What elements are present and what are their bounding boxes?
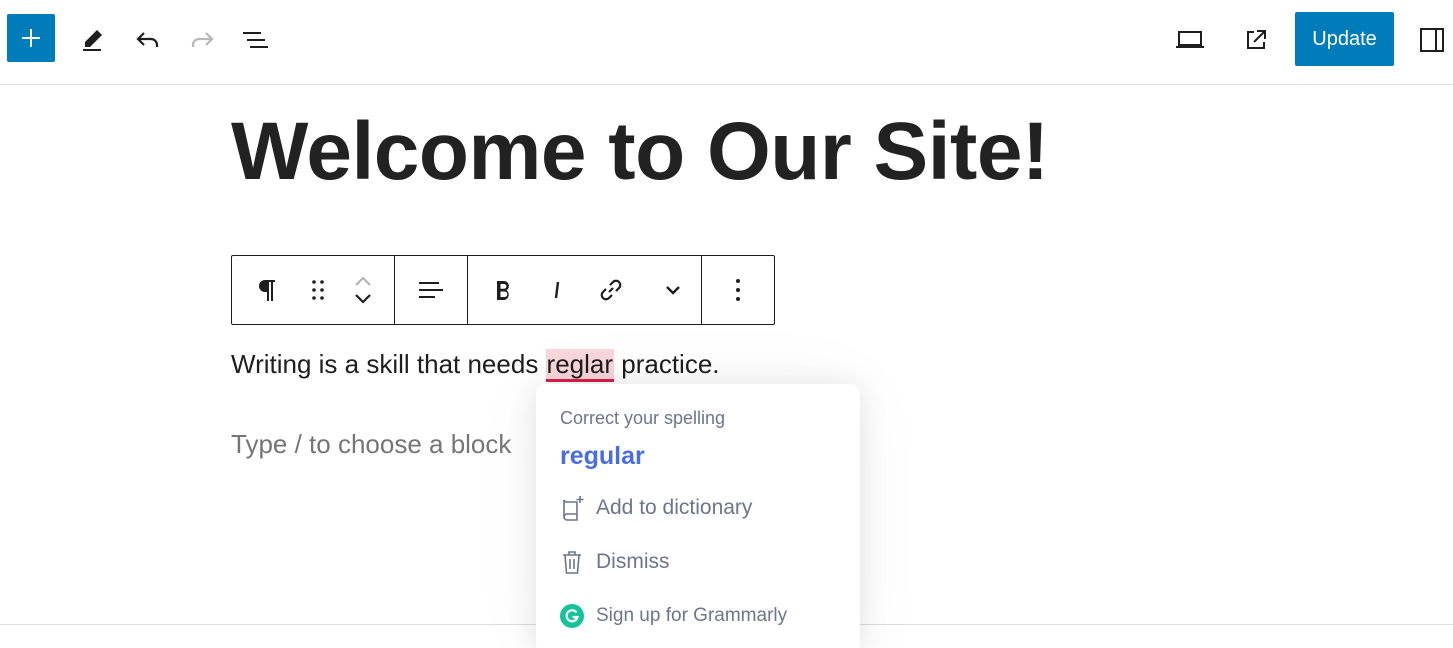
more-formatting-button[interactable] bbox=[646, 256, 701, 324]
tools-button[interactable] bbox=[73, 20, 113, 60]
settings-button[interactable] bbox=[1412, 20, 1452, 60]
block-toolbar-group-format bbox=[468, 256, 702, 324]
undo-button[interactable] bbox=[128, 20, 168, 60]
paragraph-text-before: Writing is a skill that needs bbox=[231, 349, 546, 379]
link-icon bbox=[600, 279, 621, 301]
grammarly-heading: Correct your spelling bbox=[560, 408, 726, 428]
grammarly-logo-icon bbox=[560, 602, 584, 630]
block-appender-placeholder[interactable]: Type / to choose a block bbox=[231, 424, 511, 464]
sidebar-toggle-icon bbox=[1420, 28, 1444, 52]
block-toolbar-group-options bbox=[702, 256, 774, 324]
move-buttons bbox=[334, 256, 392, 324]
drag-handle[interactable] bbox=[302, 256, 334, 324]
align-button[interactable] bbox=[395, 256, 467, 324]
grammarly-signup-label: Sign up for Grammarly bbox=[596, 605, 788, 626]
dismiss-option[interactable]: Dismiss bbox=[560, 548, 670, 576]
add-block-button[interactable] bbox=[7, 14, 55, 62]
plus-icon bbox=[22, 29, 40, 47]
bold-button[interactable] bbox=[468, 256, 538, 324]
spelling-suggestion[interactable]: regular bbox=[560, 442, 645, 471]
paragraph-text-after: practice. bbox=[614, 349, 720, 379]
block-options-button[interactable] bbox=[702, 256, 774, 324]
italic-button[interactable] bbox=[538, 256, 576, 324]
update-button[interactable]: Update bbox=[1295, 12, 1394, 66]
dismiss-label: Dismiss bbox=[596, 550, 670, 573]
add-to-dictionary-option[interactable]: Add to dictionary bbox=[560, 494, 752, 522]
grammarly-signup-link[interactable]: Sign up for Grammarly bbox=[560, 602, 787, 630]
list-view-icon bbox=[243, 32, 268, 48]
link-button[interactable] bbox=[576, 256, 646, 324]
redo-icon bbox=[191, 32, 214, 47]
view-post-button[interactable] bbox=[1236, 20, 1276, 60]
post-title[interactable]: Welcome to Our Site! bbox=[231, 104, 1049, 200]
redo-button[interactable] bbox=[182, 20, 222, 60]
align-icon bbox=[418, 282, 443, 298]
list-view-button[interactable] bbox=[236, 20, 276, 60]
block-toolbar bbox=[231, 255, 775, 325]
block-toolbar-group-align bbox=[395, 256, 468, 324]
add-to-dictionary-label: Add to dictionary bbox=[596, 496, 753, 519]
laptop-icon bbox=[1176, 31, 1204, 48]
drag-handle-icon bbox=[312, 280, 324, 300]
transform-block-button[interactable] bbox=[232, 256, 302, 324]
more-options-icon bbox=[736, 279, 740, 301]
move-up-icon[interactable] bbox=[353, 275, 373, 287]
block-toolbar-group-block bbox=[232, 256, 395, 324]
trash-icon bbox=[560, 548, 584, 576]
external-link-icon bbox=[1247, 30, 1266, 49]
misspelled-word[interactable]: reglar bbox=[545, 349, 615, 382]
editor-header: Update bbox=[0, 0, 1453, 85]
bold-icon bbox=[496, 281, 509, 300]
grammarly-suggestion-card: Correct your spelling regular Add to dic… bbox=[536, 384, 860, 648]
undo-icon bbox=[136, 32, 159, 47]
move-down-icon[interactable] bbox=[353, 293, 373, 305]
pencil-icon bbox=[83, 30, 102, 51]
chevron-down-icon bbox=[666, 286, 680, 295]
preview-button[interactable] bbox=[1170, 20, 1210, 60]
paragraph-block[interactable]: Writing is a skill that needs reglar pra… bbox=[231, 344, 720, 384]
dictionary-icon bbox=[560, 494, 584, 522]
pilcrow-icon bbox=[259, 280, 275, 301]
italic-icon bbox=[554, 281, 559, 299]
